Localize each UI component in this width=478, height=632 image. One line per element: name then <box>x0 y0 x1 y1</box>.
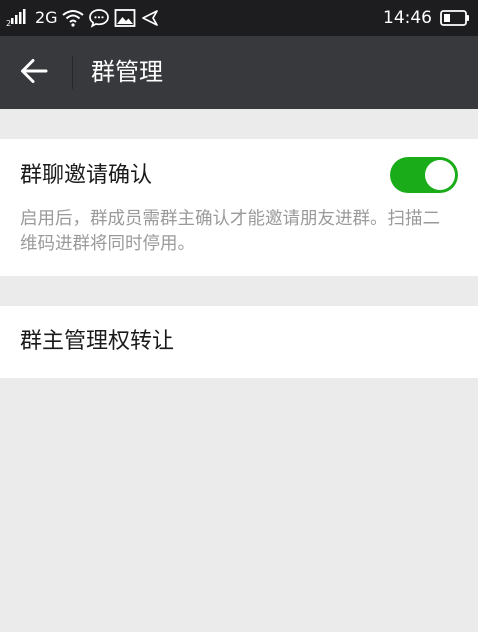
page-title: 群管理 <box>91 58 163 86</box>
battery-icon <box>440 9 470 27</box>
status-time: 14:46 <box>383 8 432 28</box>
sim-label: 2 <box>6 19 11 27</box>
arrow-left-icon <box>20 58 48 88</box>
location-arrow-icon <box>140 8 160 28</box>
back-button[interactable] <box>14 54 54 92</box>
network-type: 2G <box>35 8 58 27</box>
app-header: 群管理 <box>0 36 478 109</box>
wifi-icon <box>61 9 84 27</box>
signal-icon: 2 <box>6 9 30 27</box>
header-divider <box>72 56 73 89</box>
chat-bubble-icon <box>88 8 110 28</box>
transfer-owner-label: 群主管理权转让 <box>20 329 175 354</box>
invite-confirm-section: 群聊邀请确认 启用后，群成员需群主确认才能邀请朋友进群。扫描二维码进群将同时停用… <box>0 139 478 276</box>
invite-confirm-description: 启用后，群成员需群主确认才能邀请朋友进群。扫描二维码进群将同时停用。 <box>20 209 440 254</box>
image-icon <box>114 8 136 28</box>
toggle-knob <box>425 160 455 190</box>
status-bar-right: 14:46 <box>383 7 474 29</box>
invite-confirm-label: 群聊邀请确认 <box>20 163 153 188</box>
transfer-owner-row[interactable]: 群主管理权转让 <box>0 306 478 378</box>
invite-confirm-toggle[interactable] <box>390 157 458 193</box>
status-bar: 2 2G 14:46 <box>0 0 478 36</box>
status-bar-left: 2 2G <box>6 7 164 29</box>
